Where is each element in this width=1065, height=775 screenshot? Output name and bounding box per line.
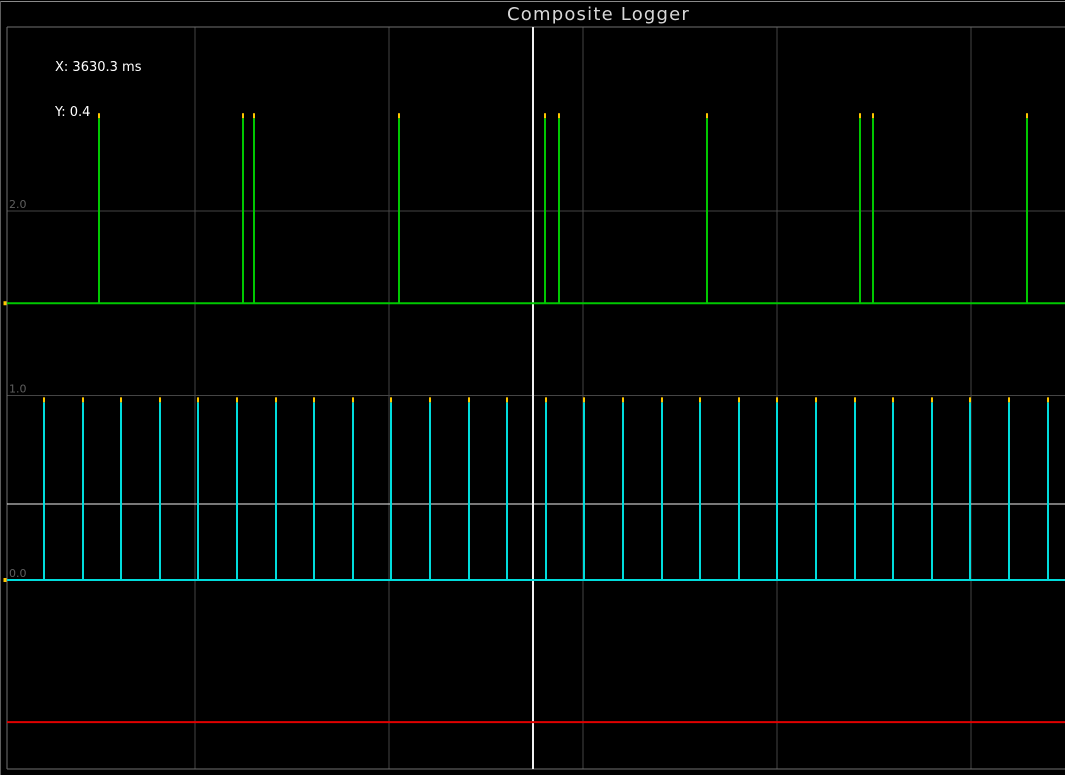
series-pulse-channel-green: [3, 113, 1065, 306]
pulse-channel-green-start-marker: [3, 301, 7, 306]
clock-channel-cyan-start-marker: [3, 578, 7, 582]
y-tick-label: 0.0: [9, 567, 27, 580]
cursor-x-readout: X: 3630.3 ms: [55, 60, 142, 75]
y-tick-label: 1.0: [9, 383, 27, 396]
plot-area[interactable]: 2.0 1.0 0.0: [0, 0, 1065, 775]
y-axis-labels: 2.0 1.0 0.0: [9, 198, 27, 580]
cursor-readout: X: 3630.3 ms Y: 0.4: [55, 30, 141, 150]
y-tick-label: 2.0: [9, 198, 27, 211]
logger-window: Composite Logger 2.0 1.0 0.0 X: 3630.3 ms …: [0, 0, 1065, 775]
plot-border: [6, 26, 1065, 770]
series-clock-channel-cyan: [3, 397, 1065, 582]
cursor-crosshair[interactable]: [7, 27, 1065, 769]
cursor-y-readout: Y: 0.4: [55, 105, 91, 120]
gridlines: [7, 27, 1065, 769]
waveform-canvas[interactable]: 2.0 1.0 0.0: [0, 0, 1065, 775]
